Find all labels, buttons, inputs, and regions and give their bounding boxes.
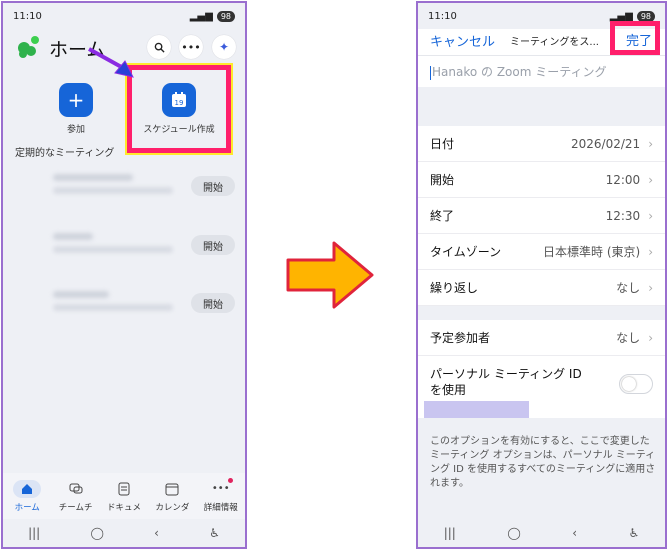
attendees-row[interactable]: 予定参加者 なし › bbox=[418, 320, 665, 356]
pmi-help-text: このオプションを有効にすると、ここで変更したミーティング オプションは、パーソナ… bbox=[430, 436, 656, 489]
recurring-section-label: 定期的なミーティング bbox=[15, 148, 115, 159]
row-value: 12:00 bbox=[605, 172, 641, 187]
redaction-bar bbox=[424, 401, 529, 418]
home-nav-icon[interactable]: ◯ bbox=[90, 526, 103, 540]
row-value: 日本標準時 (東京) bbox=[543, 245, 641, 259]
chevron-right-icon: › bbox=[648, 280, 653, 295]
row-label: 終了 bbox=[430, 209, 455, 223]
tab-label: カレンダ bbox=[155, 502, 190, 513]
text-caret bbox=[430, 65, 431, 80]
start-button[interactable]: 開始 bbox=[191, 176, 235, 196]
search-icon bbox=[154, 42, 165, 53]
chevron-right-icon: › bbox=[648, 208, 653, 223]
plus-icon: + bbox=[59, 83, 93, 117]
chevron-right-icon: › bbox=[648, 244, 653, 259]
status-time: 11:10 bbox=[428, 10, 457, 22]
meeting-row[interactable]: 開始 bbox=[3, 288, 245, 318]
settings-group: 日付 2026/02/21 › 開始 12:00 › 終了 12:30 › タイ… bbox=[418, 126, 665, 306]
start-button[interactable]: 開始 bbox=[191, 293, 235, 313]
timezone-row[interactable]: タイムゾーン 日本標準時 (東京) › bbox=[418, 234, 665, 270]
tab-home[interactable]: ホーム bbox=[3, 479, 51, 513]
accessibility-icon[interactable]: ♿ bbox=[209, 526, 220, 540]
accessibility-icon[interactable]: ♿ bbox=[628, 526, 639, 540]
tab-team-chat[interactable]: チームチ bbox=[52, 480, 100, 513]
schedule-meeting-screen: 11:10 ▂▄▆ 98 キャンセル ミーティングをス... 完了 Hanako… bbox=[416, 1, 667, 549]
start-time-row[interactable]: 開始 12:00 › bbox=[418, 162, 665, 198]
more-icon: ••• bbox=[181, 40, 201, 54]
chat-icon bbox=[62, 480, 90, 498]
recents-icon[interactable]: ||| bbox=[28, 526, 40, 540]
status-bar: 11:10 ▂▄▆ 98 bbox=[3, 3, 245, 29]
battery-badge: 98 bbox=[216, 10, 235, 22]
join-label: 参加 bbox=[66, 125, 85, 135]
chevron-right-icon: › bbox=[648, 330, 653, 345]
sparkle-icon: ✦ bbox=[218, 40, 230, 54]
date-row[interactable]: 日付 2026/02/21 › bbox=[418, 126, 665, 162]
end-time-row[interactable]: 終了 12:30 › bbox=[418, 198, 665, 234]
ai-companion-button[interactable]: ✦ bbox=[212, 35, 236, 59]
app-logo-icon bbox=[18, 36, 39, 58]
chevron-right-icon: › bbox=[648, 136, 653, 151]
back-icon[interactable]: ‹ bbox=[572, 526, 577, 540]
cancel-button[interactable]: キャンセル bbox=[430, 31, 495, 50]
highlight-box-done bbox=[610, 21, 660, 55]
signal-icon: ▂▄▆ bbox=[609, 10, 633, 22]
row-label: 開始 bbox=[430, 173, 455, 187]
row-label: 繰り返し bbox=[430, 281, 479, 295]
signal-icon: ▂▄▆ bbox=[189, 10, 213, 22]
system-nav-bar: ||| ◯ ‹ ♿ bbox=[418, 519, 665, 547]
row-label: 予定参加者 bbox=[430, 331, 491, 345]
meeting-row[interactable]: 開始 bbox=[3, 230, 245, 260]
meeting-row[interactable]: 開始 bbox=[3, 171, 245, 201]
row-value: 2026/02/21 bbox=[571, 136, 641, 151]
tab-more[interactable]: ••• 詳細情報 bbox=[197, 477, 245, 513]
system-nav-bar: ||| ◯ ‹ ♿ bbox=[3, 519, 245, 547]
repeat-row[interactable]: 繰り返し なし › bbox=[418, 270, 665, 306]
row-value: なし bbox=[616, 331, 641, 345]
join-action[interactable]: + 参加 bbox=[53, 83, 99, 135]
meeting-topic-input[interactable]: Hanako の Zoom ミーティング bbox=[418, 55, 665, 87]
tab-calendar[interactable]: カレンダ bbox=[148, 480, 196, 513]
start-button[interactable]: 開始 bbox=[191, 235, 235, 255]
row-label: 日付 bbox=[430, 137, 455, 151]
more-icon: ••• bbox=[207, 477, 235, 498]
recents-icon[interactable]: ||| bbox=[444, 526, 456, 540]
chevron-right-icon: › bbox=[648, 172, 653, 187]
tab-documents[interactable]: ドキュメ bbox=[100, 480, 148, 513]
home-nav-icon[interactable]: ◯ bbox=[507, 526, 520, 540]
bottom-tab-bar: ホーム チームチ ドキュメ カレンダ ••• 詳細情報 bbox=[3, 473, 245, 519]
tab-label: チームチ bbox=[58, 502, 93, 513]
tab-label: 詳細情報 bbox=[203, 502, 238, 513]
topic-placeholder: Hanako の Zoom ミーティング bbox=[432, 65, 607, 79]
home-icon bbox=[13, 479, 42, 498]
tutorial-canvas: 11:10 ▂▄▆ 98 ホーム ••• ✦ + 参加 19 スケジュール作成 … bbox=[0, 0, 668, 550]
tab-label: ホーム bbox=[14, 502, 40, 513]
more-button[interactable]: ••• bbox=[179, 35, 203, 59]
notification-dot bbox=[227, 477, 233, 483]
pmi-toggle[interactable] bbox=[619, 374, 653, 394]
back-icon[interactable]: ‹ bbox=[154, 526, 159, 540]
calendar-icon bbox=[158, 480, 186, 498]
row-label: タイムゾーン bbox=[430, 245, 502, 259]
tab-label: ドキュメ bbox=[106, 502, 141, 513]
next-step-arrow-icon bbox=[286, 241, 374, 309]
screen-title: ミーティングをス... bbox=[510, 37, 599, 48]
document-icon bbox=[110, 480, 138, 498]
pointer-arrow-icon bbox=[88, 47, 134, 78]
home-screen: 11:10 ▂▄▆ 98 ホーム ••• ✦ + 参加 19 スケジュール作成 … bbox=[1, 1, 247, 549]
row-value: なし bbox=[616, 281, 641, 295]
battery-badge: 98 bbox=[636, 10, 655, 22]
status-time: 11:10 bbox=[13, 10, 42, 22]
row-value: 12:30 bbox=[605, 208, 641, 223]
search-button[interactable] bbox=[147, 35, 171, 59]
